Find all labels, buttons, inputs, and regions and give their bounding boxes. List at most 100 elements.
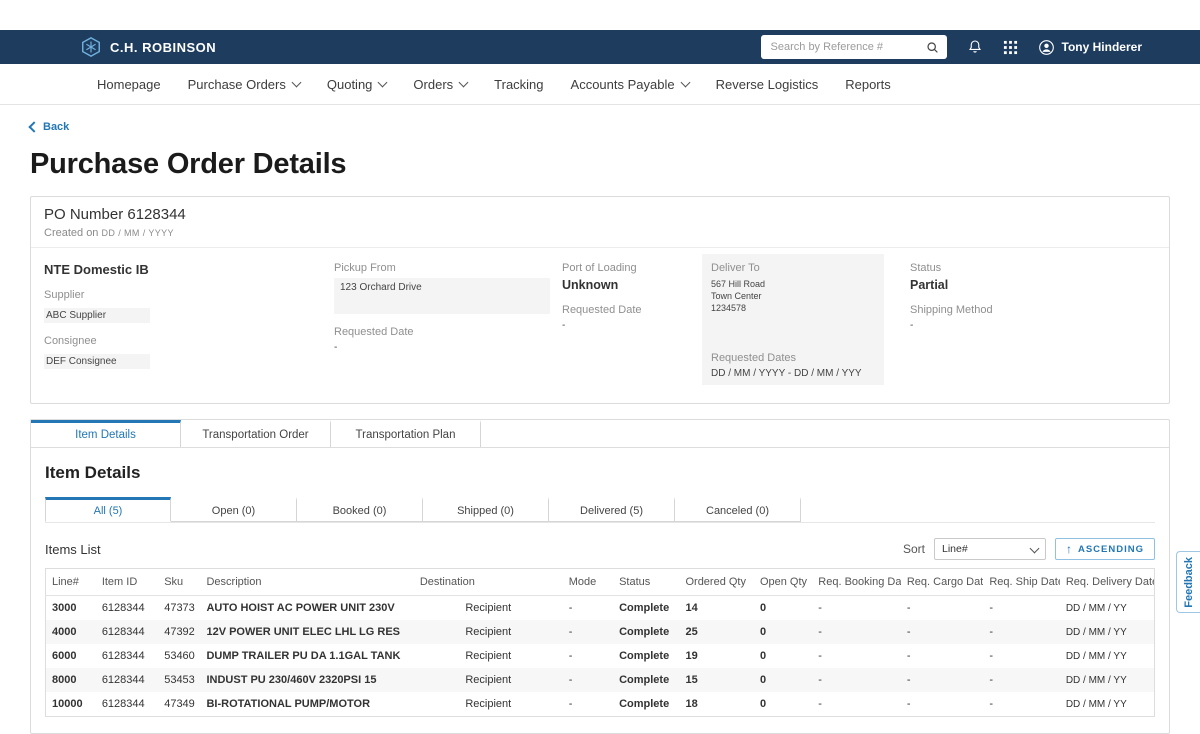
search-input[interactable] bbox=[769, 40, 926, 54]
cell-open-qty: 0 bbox=[754, 668, 812, 692]
cell-description: 12V POWER UNIT ELEC LHL LG RES bbox=[200, 620, 413, 644]
shipping-method-value: - bbox=[910, 320, 1156, 331]
chevron-down-icon bbox=[378, 77, 388, 87]
cell-item-id: 6128344 bbox=[96, 668, 158, 692]
deliver-address-line2: Town Center bbox=[711, 290, 875, 302]
items-table-body: 3000612834447373AUTO HOIST AC POWER UNIT… bbox=[46, 596, 1155, 717]
order-type: NTE Domestic IB bbox=[44, 262, 334, 277]
cell-sku: 47373 bbox=[158, 596, 200, 621]
tab-transportation-order[interactable]: Transportation Order bbox=[181, 420, 331, 447]
arrow-up-icon: ↑ bbox=[1066, 542, 1073, 556]
status-column: Status Partial Shipping Method - bbox=[906, 254, 1156, 385]
table-header-row: Line# Item ID Sku Description Destinatio… bbox=[46, 569, 1155, 596]
tab-item-details[interactable]: Item Details bbox=[31, 420, 181, 447]
shipping-method-label: Shipping Method bbox=[910, 304, 1156, 316]
table-row[interactable]: 6000612834453460DUMP TRAILER PU DA 1.1GA… bbox=[46, 644, 1155, 668]
sort-direction-button[interactable]: ↑ ASCENDING bbox=[1055, 538, 1155, 560]
top-app-bar: C.H. ROBINSON bbox=[0, 30, 1200, 64]
cell-mode: - bbox=[563, 620, 613, 644]
subtab-canceled[interactable]: Canceled (0) bbox=[675, 497, 801, 522]
cell-line-: 8000 bbox=[46, 668, 96, 692]
cell-mode: - bbox=[563, 644, 613, 668]
main-nav: Homepage Purchase Orders Quoting Orders … bbox=[0, 64, 1200, 105]
cell-destination: Recipient bbox=[414, 668, 563, 692]
deliver-to-label: Deliver To bbox=[711, 262, 875, 274]
cell-req-cargo-date: - bbox=[901, 644, 984, 668]
nav-item-tracking[interactable]: Tracking bbox=[494, 77, 543, 92]
col-req-delivery-date: Req. Delivery Date bbox=[1060, 569, 1155, 596]
col-sku: Sku bbox=[158, 569, 200, 596]
cell-status: Complete bbox=[613, 620, 679, 644]
cell-req-booking-date: - bbox=[812, 620, 901, 644]
order-type-column: NTE Domestic IB Supplier ABC Supplier Co… bbox=[44, 254, 334, 385]
col-req-booking-date: Req. Booking Date bbox=[812, 569, 901, 596]
port-of-loading-value: Unknown bbox=[562, 278, 702, 292]
search-icon[interactable] bbox=[926, 41, 939, 54]
nav-item-reverse-logistics[interactable]: Reverse Logistics bbox=[716, 77, 819, 92]
supplier-value: ABC Supplier bbox=[44, 308, 150, 323]
chevron-left-icon bbox=[28, 121, 39, 132]
notifications-bell-icon[interactable] bbox=[967, 39, 983, 55]
cell-line-: 3000 bbox=[46, 596, 96, 621]
feedback-button[interactable]: Feedback bbox=[1176, 551, 1200, 613]
subtab-all[interactable]: All (5) bbox=[45, 497, 171, 522]
items-list-title: Items List bbox=[45, 542, 101, 557]
cell-line-: 10000 bbox=[46, 692, 96, 717]
tab-transportation-plan[interactable]: Transportation Plan bbox=[331, 420, 481, 447]
apps-grid-icon[interactable] bbox=[1003, 40, 1018, 55]
subtab-open[interactable]: Open (0) bbox=[171, 497, 297, 522]
subtab-delivered[interactable]: Delivered (5) bbox=[549, 497, 675, 522]
sort-select-value: Line# bbox=[942, 543, 968, 555]
brand-name: C.H. ROBINSON bbox=[110, 40, 216, 55]
cell-destination: Recipient bbox=[414, 620, 563, 644]
supplier-label: Supplier bbox=[44, 289, 334, 301]
col-mode: Mode bbox=[563, 569, 613, 596]
pickup-column: Pickup From 123 Orchard Drive Requested … bbox=[334, 254, 562, 385]
back-link[interactable]: Back bbox=[30, 121, 69, 133]
subtab-booked[interactable]: Booked (0) bbox=[297, 497, 423, 522]
user-menu[interactable]: Tony Hinderer bbox=[1038, 39, 1142, 56]
consignee-label: Consignee bbox=[44, 335, 334, 347]
subtab-shipped[interactable]: Shipped (0) bbox=[423, 497, 549, 522]
requested-dates-label: Requested Dates bbox=[711, 352, 875, 364]
port-of-loading-label: Port of Loading bbox=[562, 262, 702, 274]
nav-item-quoting[interactable]: Quoting bbox=[327, 77, 387, 92]
requested-dates-value: DD / MM / YYYY - DD / MM / YYY bbox=[711, 368, 875, 379]
col-line: Line# bbox=[46, 569, 96, 596]
pickup-requested-date-label: Requested Date bbox=[334, 326, 562, 338]
cell-line-: 6000 bbox=[46, 644, 96, 668]
nav-item-reports[interactable]: Reports bbox=[845, 77, 891, 92]
items-table: Line# Item ID Sku Description Destinatio… bbox=[45, 568, 1155, 717]
cell-req-delivery-date: DD / MM / YY bbox=[1060, 644, 1155, 668]
table-row[interactable]: 400061283444739212V POWER UNIT ELEC LHL … bbox=[46, 620, 1155, 644]
nav-item-accounts-payable[interactable]: Accounts Payable bbox=[571, 77, 689, 92]
col-open-qty: Open Qty bbox=[754, 569, 812, 596]
cell-destination: Recipient bbox=[414, 692, 563, 717]
cell-status: Complete bbox=[613, 668, 679, 692]
details-card: Item Details Transportation Order Transp… bbox=[30, 419, 1170, 734]
user-name: Tony Hinderer bbox=[1062, 40, 1142, 54]
reference-search[interactable] bbox=[761, 35, 947, 59]
cell-req-cargo-date: - bbox=[901, 692, 984, 717]
page-title: Purchase Order Details bbox=[30, 148, 1170, 181]
cell-item-id: 6128344 bbox=[96, 620, 158, 644]
po-summary-card: PO Number 6128344 Created on DD / MM / Y… bbox=[30, 196, 1170, 404]
sort-select[interactable]: Line# bbox=[934, 538, 1046, 560]
cell-req-cargo-date: - bbox=[901, 668, 984, 692]
nav-item-homepage[interactable]: Homepage bbox=[97, 77, 161, 92]
table-row[interactable]: 10000612834447349BI-ROTATIONAL PUMP/MOTO… bbox=[46, 692, 1155, 717]
cell-req-ship-date: - bbox=[983, 596, 1059, 621]
nav-item-purchase-orders[interactable]: Purchase Orders bbox=[188, 77, 300, 92]
cell-sku: 53460 bbox=[158, 644, 200, 668]
cell-description: INDUST PU 230/460V 2320PSI 15 bbox=[200, 668, 413, 692]
chevron-down-icon bbox=[1030, 543, 1040, 553]
nav-item-orders[interactable]: Orders bbox=[413, 77, 467, 92]
chevron-down-icon bbox=[291, 77, 301, 87]
cell-req-cargo-date: - bbox=[901, 596, 984, 621]
cell-description: BI-ROTATIONAL PUMP/MOTOR bbox=[200, 692, 413, 717]
cell-ordered-qty: 25 bbox=[679, 620, 753, 644]
table-row[interactable]: 3000612834447373AUTO HOIST AC POWER UNIT… bbox=[46, 596, 1155, 621]
table-row[interactable]: 8000612834453453INDUST PU 230/460V 2320P… bbox=[46, 668, 1155, 692]
cell-open-qty: 0 bbox=[754, 644, 812, 668]
cell-description: DUMP TRAILER PU DA 1.1GAL TANK bbox=[200, 644, 413, 668]
